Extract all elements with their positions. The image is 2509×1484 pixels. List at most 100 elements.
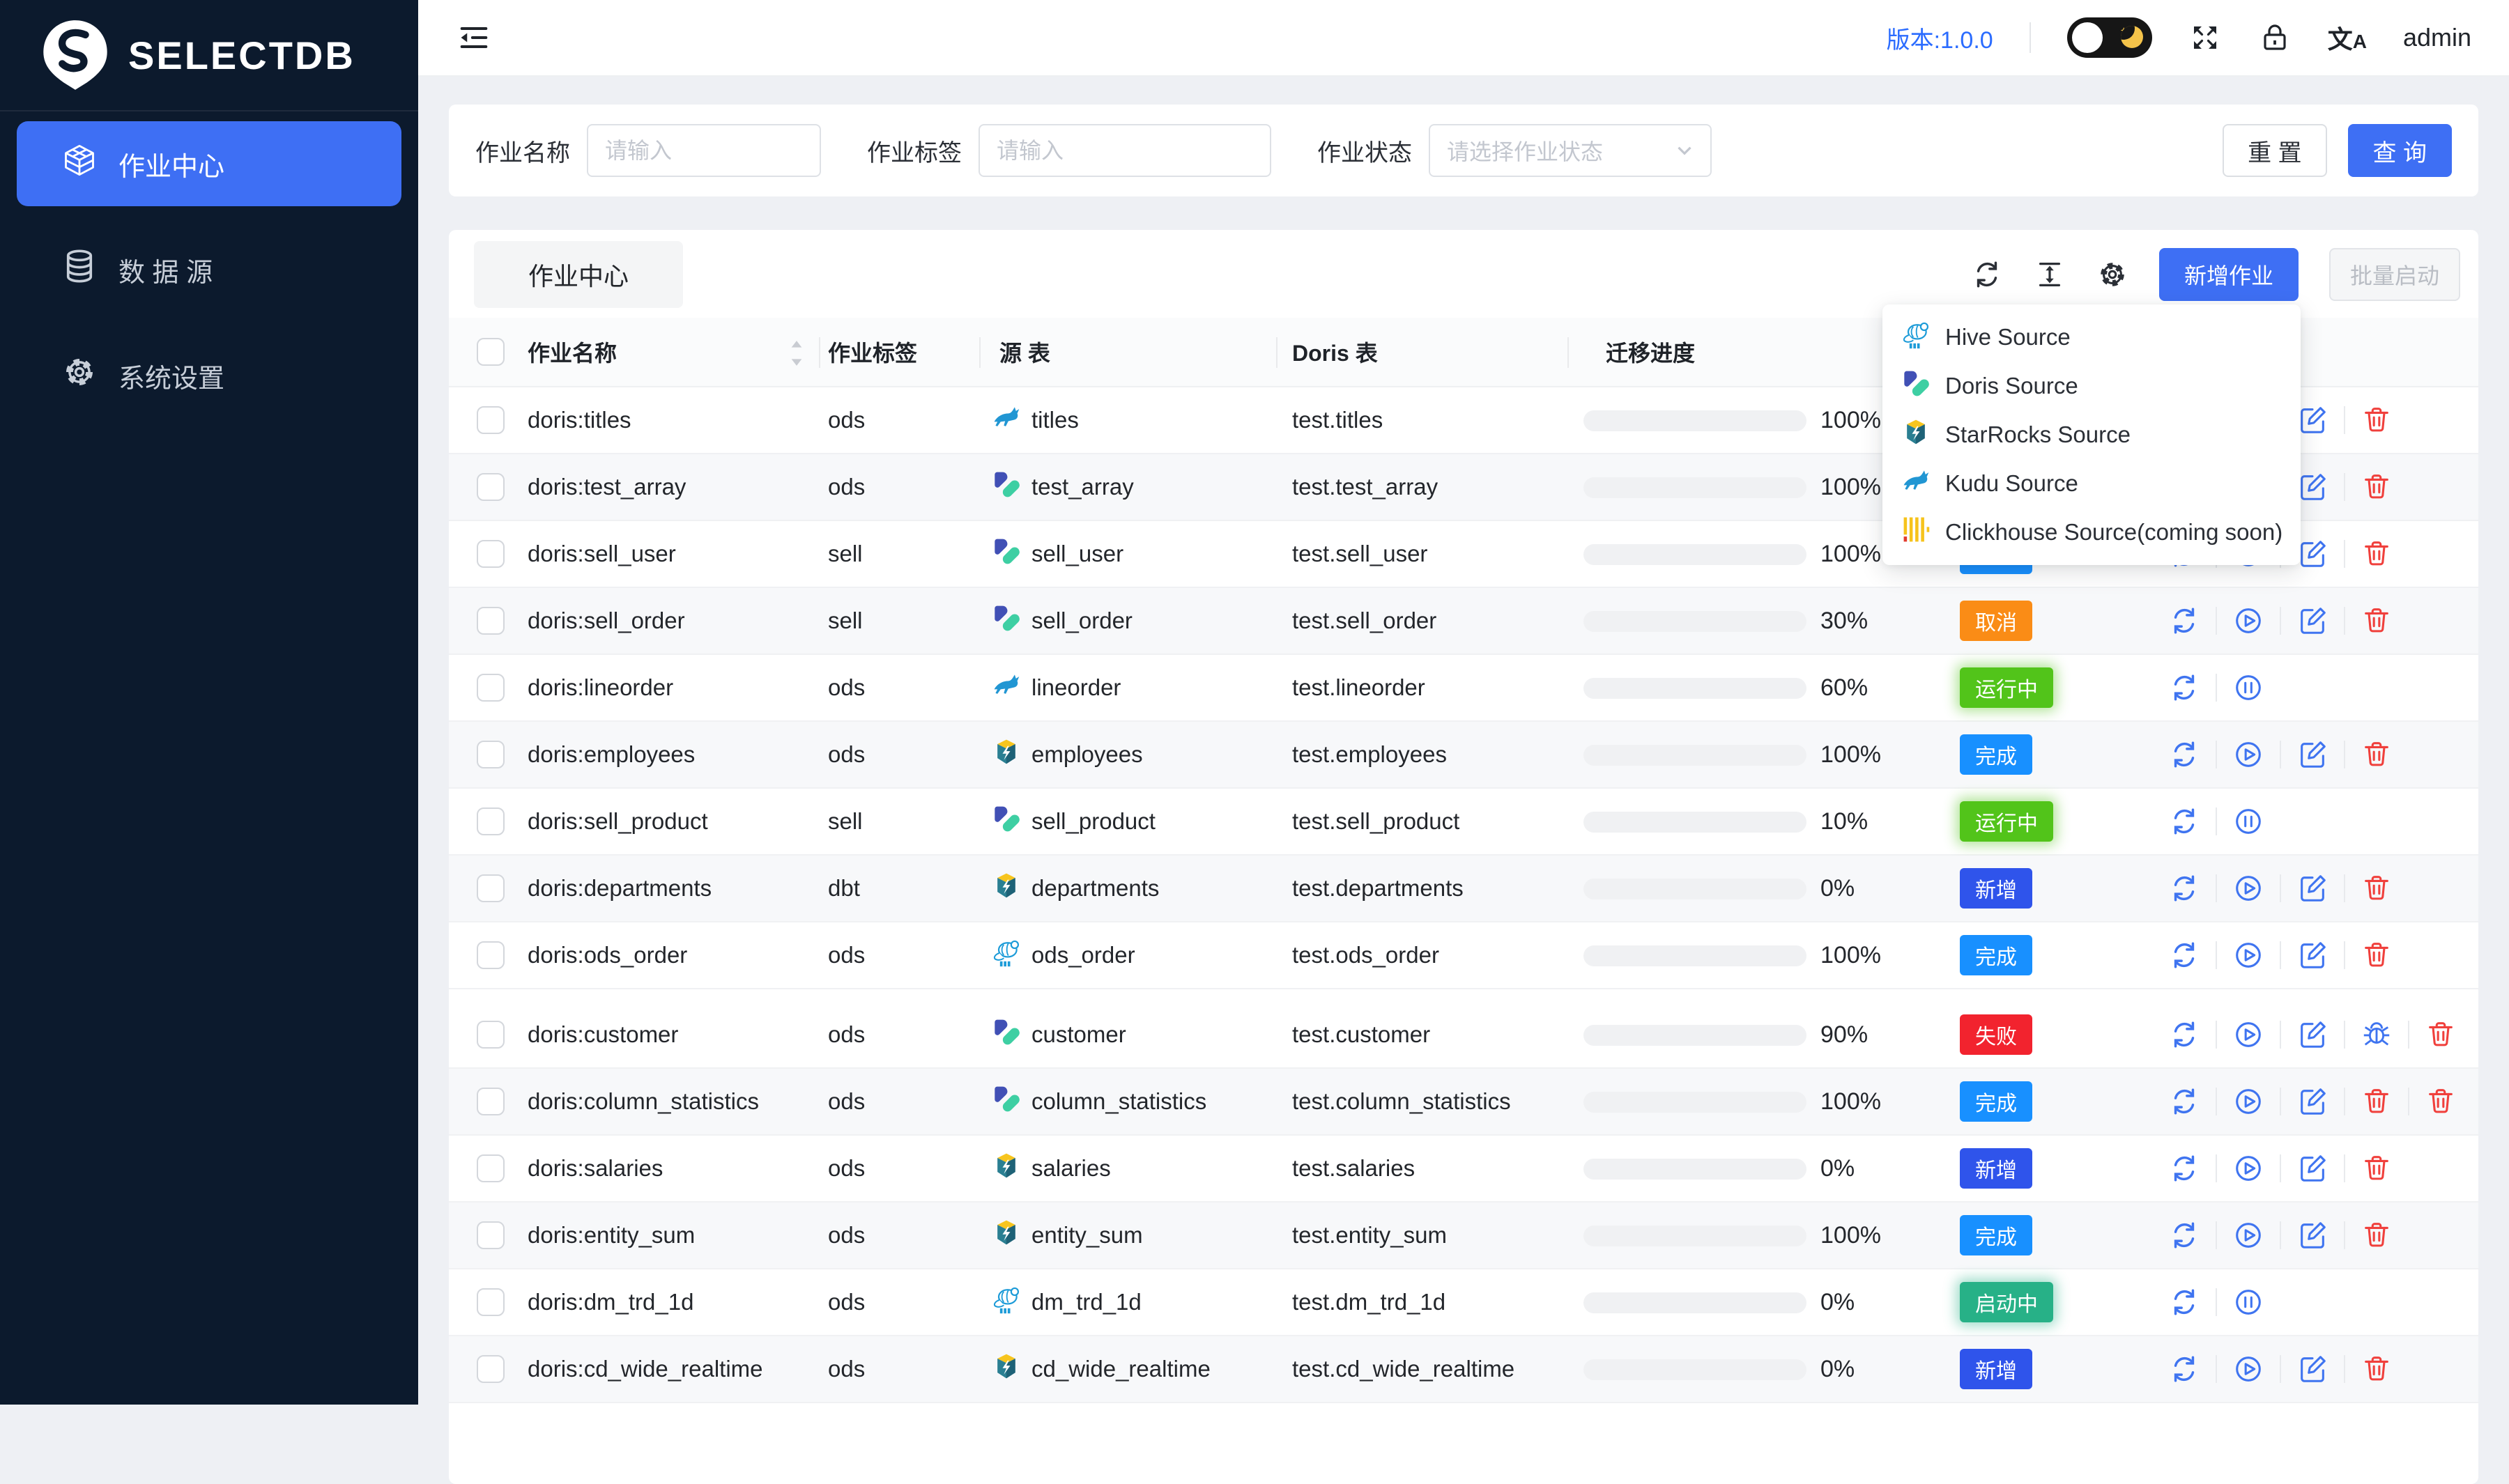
play-action-icon[interactable] xyxy=(2232,1353,2264,1385)
sync-action-icon[interactable] xyxy=(2168,1219,2200,1251)
edit-action-icon[interactable] xyxy=(2296,605,2328,637)
sync-action-icon[interactable] xyxy=(2168,605,2200,637)
job-name: doris:titles xyxy=(528,387,631,453)
trash-action-icon[interactable] xyxy=(2361,1085,2393,1118)
row-checkbox[interactable] xyxy=(477,1021,505,1049)
trash-action-icon[interactable] xyxy=(2361,872,2393,904)
trash-action-icon[interactable] xyxy=(2361,1152,2393,1184)
trash-action-icon[interactable] xyxy=(2425,1085,2457,1118)
pause-action-icon[interactable] xyxy=(2232,672,2264,704)
lock-icon[interactable] xyxy=(2258,21,2292,54)
edit-action-icon[interactable] xyxy=(2296,1353,2328,1385)
sort-icon[interactable] xyxy=(788,339,806,368)
source-table: customer xyxy=(991,1002,1126,1067)
menu-fold-icon[interactable] xyxy=(456,20,492,56)
dropdown-item-starrocks-source[interactable]: StarRocks Source xyxy=(1882,410,2301,459)
trash-action-icon[interactable] xyxy=(2361,939,2393,971)
row-checkbox[interactable] xyxy=(477,674,505,702)
translate-icon[interactable]: 文A xyxy=(2328,20,2367,56)
play-action-icon[interactable] xyxy=(2232,1019,2264,1051)
play-action-icon[interactable] xyxy=(2232,872,2264,904)
row-checkbox[interactable] xyxy=(477,1355,505,1383)
batch-start-button[interactable]: 批量启动 xyxy=(2329,248,2460,301)
progress-percent: 100% xyxy=(1820,922,1881,988)
edit-action-icon[interactable] xyxy=(2296,471,2328,503)
dropdown-item-doris-source[interactable]: Doris Source xyxy=(1882,362,2301,410)
row-checkbox[interactable] xyxy=(477,473,505,501)
tab-job-center[interactable]: 作业中心 xyxy=(474,241,683,308)
edit-action-icon[interactable] xyxy=(2296,538,2328,570)
sync-action-icon[interactable] xyxy=(2168,739,2200,771)
edit-action-icon[interactable] xyxy=(2296,404,2328,436)
play-action-icon[interactable] xyxy=(2232,1085,2264,1118)
job-name-label: 作业名称 xyxy=(475,134,570,168)
dropdown-item-clickhouse-source[interactable]: Clickhouse Source(coming soon) xyxy=(1882,508,2301,557)
table-row: doris:sell_order sell sell_order test.se… xyxy=(449,588,2478,655)
row-checkbox[interactable] xyxy=(477,874,505,902)
search-button[interactable]: 查 询 xyxy=(2348,124,2452,177)
trash-action-icon[interactable] xyxy=(2361,605,2393,637)
trash-action-icon[interactable] xyxy=(2361,1219,2393,1251)
sidebar-item-2[interactable]: 系统设置 xyxy=(17,333,401,418)
edit-action-icon[interactable] xyxy=(2296,939,2328,971)
play-action-icon[interactable] xyxy=(2232,1219,2264,1251)
sync-action-icon[interactable] xyxy=(2168,1019,2200,1051)
trash-action-icon[interactable] xyxy=(2361,1353,2393,1385)
dropdown-item-kudu-source[interactable]: Kudu Source xyxy=(1882,459,2301,508)
sync-action-icon[interactable] xyxy=(2168,872,2200,904)
sidebar-item-0[interactable]: 作业中心 xyxy=(17,121,401,206)
edit-action-icon[interactable] xyxy=(2296,1019,2328,1051)
row-checkbox[interactable] xyxy=(477,807,505,835)
edit-action-icon[interactable] xyxy=(2296,1219,2328,1251)
play-action-icon[interactable] xyxy=(2232,739,2264,771)
theme-toggle[interactable] xyxy=(2067,17,2152,58)
bug-action-icon[interactable] xyxy=(2361,1019,2393,1051)
settings-gear-icon[interactable] xyxy=(2096,258,2128,291)
edit-action-icon[interactable] xyxy=(2296,872,2328,904)
sync-action-icon[interactable] xyxy=(2168,1152,2200,1184)
row-checkbox[interactable] xyxy=(477,406,505,434)
job-tag-input[interactable] xyxy=(979,124,1271,177)
job-status-select[interactable]: 请选择作业状态 xyxy=(1429,124,1712,177)
trash-action-icon[interactable] xyxy=(2361,538,2393,570)
add-job-button[interactable]: 新增作业 xyxy=(2159,248,2299,301)
trash-action-icon[interactable] xyxy=(2361,739,2393,771)
trash-action-icon[interactable] xyxy=(2361,404,2393,436)
trash-action-icon[interactable] xyxy=(2425,1019,2457,1051)
row-checkbox[interactable] xyxy=(477,941,505,969)
reset-button[interactable]: 重 置 xyxy=(2223,124,2326,177)
sync-action-icon[interactable] xyxy=(2168,672,2200,704)
sync-action-icon[interactable] xyxy=(2168,805,2200,837)
play-action-icon[interactable] xyxy=(2232,939,2264,971)
sync-action-icon[interactable] xyxy=(2168,1085,2200,1118)
fullscreen-icon[interactable] xyxy=(2188,21,2222,54)
job-name-input[interactable] xyxy=(587,124,821,177)
sync-action-icon[interactable] xyxy=(2168,1286,2200,1318)
row-checkbox[interactable] xyxy=(477,1221,505,1249)
row-checkbox[interactable] xyxy=(477,1088,505,1115)
row-checkbox[interactable] xyxy=(477,607,505,635)
dropdown-item-hive-source[interactable]: Hive Source xyxy=(1882,313,2301,362)
row-checkbox[interactable] xyxy=(477,540,505,568)
play-action-icon[interactable] xyxy=(2232,605,2264,637)
job-name: doris:sell_user xyxy=(528,521,676,587)
username[interactable]: admin xyxy=(2403,23,2471,52)
play-action-icon[interactable] xyxy=(2232,1152,2264,1184)
edit-action-icon[interactable] xyxy=(2296,739,2328,771)
sidebar-item-1[interactable]: 数 据 源 xyxy=(17,227,401,312)
pause-action-icon[interactable] xyxy=(2232,805,2264,837)
edit-action-icon[interactable] xyxy=(2296,1085,2328,1118)
column-height-icon[interactable] xyxy=(2034,258,2066,291)
row-checkbox[interactable] xyxy=(477,741,505,768)
doris-table: test.ods_order xyxy=(1292,922,1439,988)
sync-action-icon[interactable] xyxy=(2168,939,2200,971)
refresh-icon[interactable] xyxy=(1971,258,2003,291)
row-checkbox[interactable] xyxy=(477,1288,505,1316)
trash-action-icon[interactable] xyxy=(2361,471,2393,503)
action-divider xyxy=(2280,1355,2281,1383)
edit-action-icon[interactable] xyxy=(2296,1152,2328,1184)
select-all-checkbox[interactable] xyxy=(477,338,505,366)
row-checkbox[interactable] xyxy=(477,1154,505,1182)
sync-action-icon[interactable] xyxy=(2168,1353,2200,1385)
pause-action-icon[interactable] xyxy=(2232,1286,2264,1318)
